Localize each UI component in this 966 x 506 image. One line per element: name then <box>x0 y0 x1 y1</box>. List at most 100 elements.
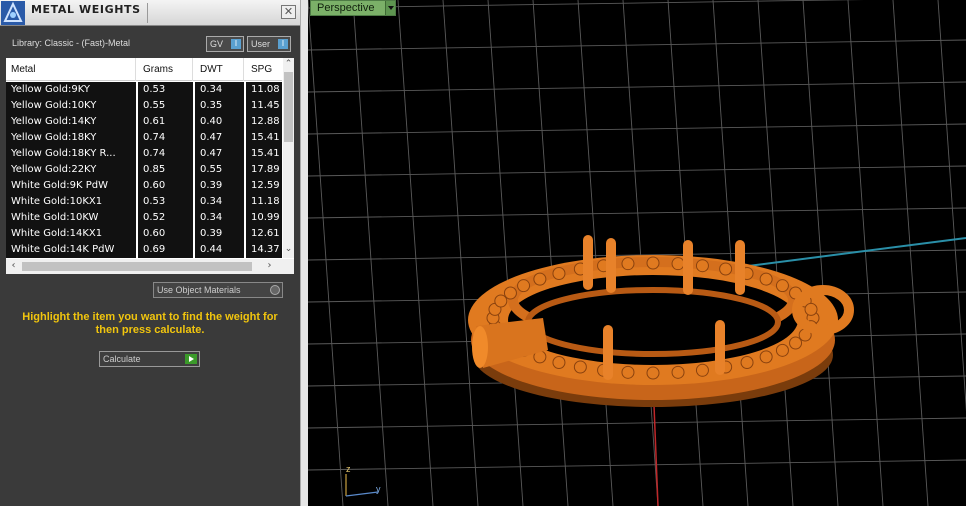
cell-metal: Yellow Gold:9KY <box>6 82 136 98</box>
cell-spg: 15.41 <box>246 146 282 162</box>
cell-dwt: 0.39 <box>195 178 244 194</box>
chevron-down-icon[interactable] <box>385 1 395 15</box>
cell-metal: Yellow Gold:18KY <box>6 130 136 146</box>
use-object-materials-toggle[interactable]: Use Object Materials <box>153 282 283 298</box>
instruction-text: Highlight the item you want to find the … <box>22 311 278 336</box>
table-row[interactable]: Yellow Gold:9KY 0.53 0.34 11.08 <box>6 82 282 98</box>
column-header-dwt[interactable]: DWT <box>195 58 244 81</box>
play-arrow-icon <box>185 354 197 364</box>
view-mode-label: Perspective <box>317 2 375 14</box>
view-mode-dropdown[interactable]: Perspective <box>310 0 396 16</box>
radio-toggle-icon <box>270 285 280 295</box>
cell-metal: Yellow Gold:10KY <box>6 98 136 114</box>
library-label: Library: Classic - (Fast)-Metal <box>12 38 131 48</box>
cell-dwt: 0.44 <box>195 242 244 258</box>
user-toggle-icon: I <box>278 39 288 49</box>
table-row[interactable]: White Gold:10KX1 0.53 0.34 11.18 <box>6 194 282 210</box>
cell-grams: 0.55 <box>138 98 193 114</box>
cell-dwt: 0.34 <box>195 194 244 210</box>
cell-metal: White Gold:10KX1 <box>6 194 136 210</box>
table-row[interactable]: Yellow Gold:10KY 0.55 0.35 11.45 <box>6 98 282 114</box>
cell-metal: White Gold:14K PdW <box>6 242 136 258</box>
cell-dwt: 0.39 <box>195 226 244 242</box>
app-logo-icon <box>1 1 25 25</box>
cell-spg: 10.99 <box>246 210 282 226</box>
panel-title: METAL WEIGHTS <box>31 3 141 16</box>
vertical-scrollbar[interactable]: ⌃ ⌄ <box>283 58 294 258</box>
gv-toggle-icon: I <box>231 39 241 49</box>
panel-title-bar: METAL WEIGHTS ✕ <box>0 0 300 26</box>
table-row[interactable]: White Gold:14K PdW 0.69 0.44 14.37 <box>6 242 282 258</box>
horizontal-scrollbar[interactable]: ‹ › <box>6 259 294 274</box>
vertical-scroll-thumb[interactable] <box>284 72 293 142</box>
cell-metal: Yellow Gold:18KY R... <box>6 146 136 162</box>
y-axis-line <box>747 237 966 267</box>
scroll-right-icon[interactable]: › <box>264 260 275 271</box>
calculate-label: Calculate <box>103 354 141 364</box>
cell-dwt: 0.35 <box>195 98 244 114</box>
cell-grams: 0.61 <box>138 114 193 130</box>
3d-scene[interactable] <box>308 0 966 506</box>
gv-label: GV <box>210 39 224 49</box>
cell-grams: 0.53 <box>138 82 193 98</box>
3d-viewport[interactable]: Perspective z y <box>308 0 966 506</box>
table-row[interactable]: White Gold:9K PdW 0.60 0.39 12.59 <box>6 178 282 194</box>
cell-dwt: 0.34 <box>195 210 244 226</box>
cell-grams: 0.74 <box>138 130 193 146</box>
column-header-spg[interactable]: SPG <box>246 58 282 81</box>
title-divider <box>147 3 148 23</box>
cell-spg: 11.45 <box>246 98 282 114</box>
metal-weights-panel: METAL WEIGHTS ✕ Library: Classic - (Fast… <box>0 0 300 506</box>
table-row[interactable]: Yellow Gold:18KY R... 0.74 0.47 15.41 <box>6 146 282 162</box>
cell-grams: 0.85 <box>138 162 193 178</box>
scroll-left-icon[interactable]: ‹ <box>8 260 19 271</box>
column-header-grams[interactable]: Grams <box>138 58 193 81</box>
panel-splitter[interactable] <box>300 0 308 506</box>
cell-dwt: 0.47 <box>195 130 244 146</box>
cell-spg: 11.18 <box>246 194 282 210</box>
close-button[interactable]: ✕ <box>281 5 296 19</box>
cell-dwt: 0.34 <box>195 82 244 98</box>
cell-spg: 12.61 <box>246 226 282 242</box>
table-row[interactable]: Yellow Gold:22KY 0.85 0.55 17.89 <box>6 162 282 178</box>
metal-weights-table: Metal Grams DWT SPG Yellow Gold:9KY 0.53 0… <box>6 58 294 274</box>
cell-dwt: 0.55 <box>195 162 244 178</box>
use-object-materials-label: Use Object Materials <box>157 285 241 295</box>
cell-spg: 12.59 <box>246 178 282 194</box>
scroll-up-icon[interactable]: ⌃ <box>283 59 294 69</box>
cell-dwt: 0.40 <box>195 114 244 130</box>
cell-metal: Yellow Gold:22KY <box>6 162 136 178</box>
horizontal-scroll-thumb[interactable] <box>22 262 252 271</box>
ground-grid <box>308 0 966 506</box>
cell-grams: 0.60 <box>138 226 193 242</box>
cell-grams: 0.69 <box>138 242 193 258</box>
y-axis-label: y <box>376 484 381 494</box>
column-header-metal[interactable]: Metal <box>6 58 136 81</box>
cell-spg: 17.89 <box>246 162 282 178</box>
cell-spg: 11.08 <box>246 82 282 98</box>
table-header: Metal Grams DWT SPG <box>6 58 282 81</box>
gv-toggle-button[interactable]: GV I <box>206 36 244 52</box>
cell-grams: 0.74 <box>138 146 193 162</box>
cell-metal: White Gold:14KX1 <box>6 226 136 242</box>
cell-metal: White Gold:10KW <box>6 210 136 226</box>
calculate-button[interactable]: Calculate <box>99 351 200 367</box>
table-row[interactable]: White Gold:10KW 0.52 0.34 10.99 <box>6 210 282 226</box>
table-row[interactable]: Yellow Gold:18KY 0.74 0.47 15.41 <box>6 130 282 146</box>
cell-spg: 14.37 <box>246 242 282 258</box>
cell-spg: 12.88 <box>246 114 282 130</box>
cell-grams: 0.60 <box>138 178 193 194</box>
z-axis-label: z <box>346 464 351 474</box>
cell-metal: White Gold:9K PdW <box>6 178 136 194</box>
cell-spg: 15.41 <box>246 130 282 146</box>
user-toggle-button[interactable]: User I <box>247 36 291 52</box>
cell-grams: 0.52 <box>138 210 193 226</box>
table-row[interactable]: Yellow Gold:14KY 0.61 0.40 12.88 <box>6 114 282 130</box>
cell-dwt: 0.47 <box>195 146 244 162</box>
user-label: User <box>251 39 271 49</box>
table-row[interactable]: White Gold:14KX1 0.60 0.39 12.61 <box>6 226 282 242</box>
table-body: Yellow Gold:9KY 0.53 0.34 11.08 Yellow Gold:… <box>6 82 282 258</box>
cell-grams: 0.53 <box>138 194 193 210</box>
cell-metal: Yellow Gold:14KY <box>6 114 136 130</box>
scroll-down-icon[interactable]: ⌄ <box>283 244 294 254</box>
